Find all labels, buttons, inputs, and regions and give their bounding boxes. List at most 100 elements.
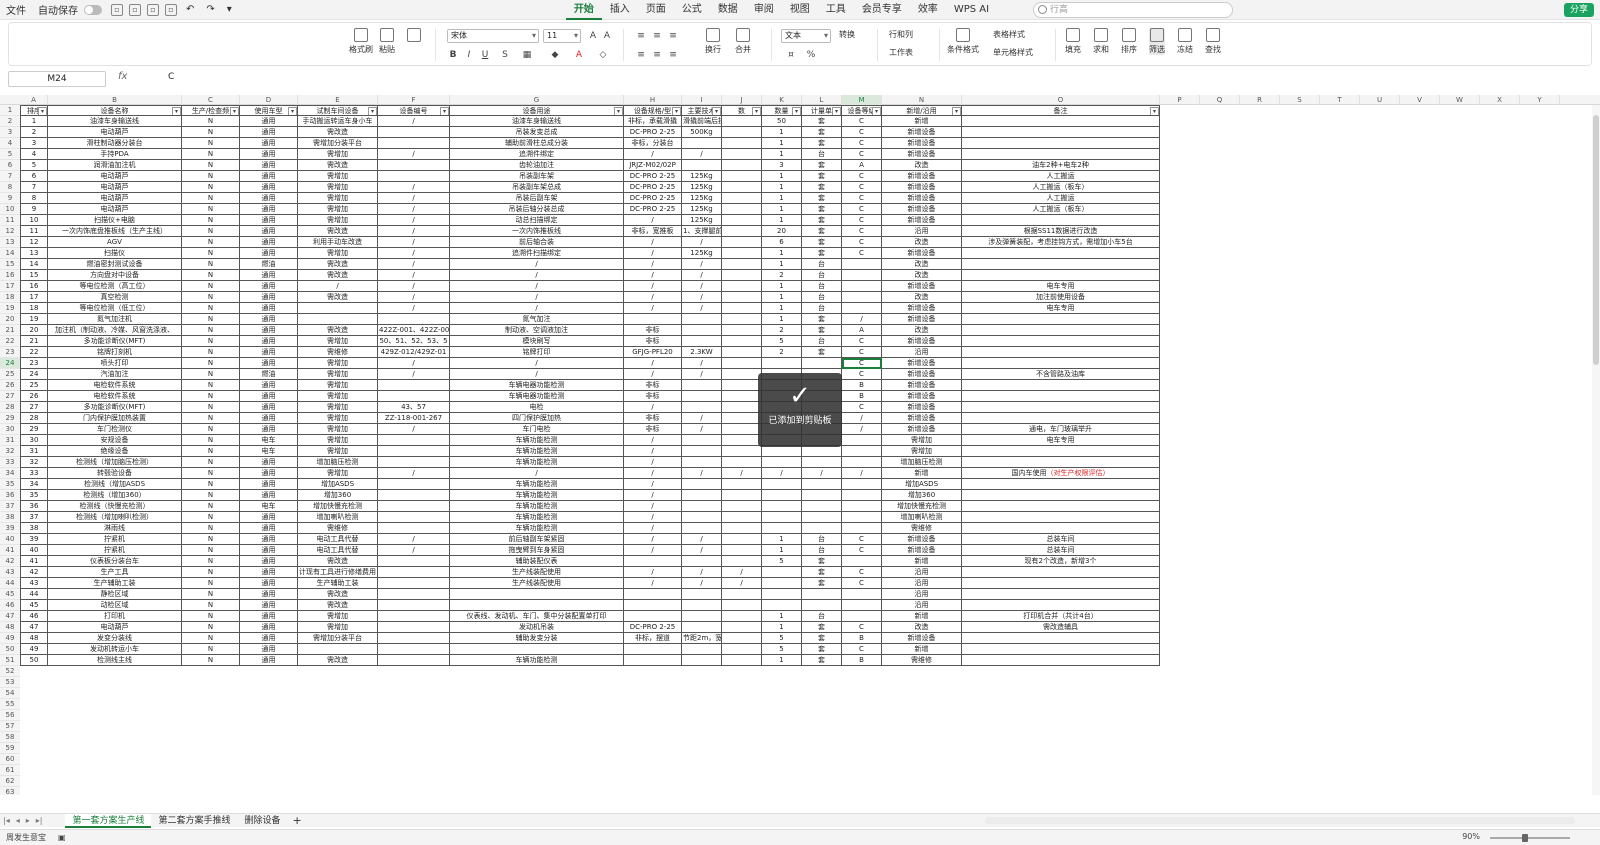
- table-cell[interactable]: 打印机: [48, 611, 182, 622]
- table-cell[interactable]: 通用: [240, 655, 298, 666]
- table-cell[interactable]: N: [182, 237, 240, 248]
- table-cell[interactable]: 套: [802, 138, 842, 149]
- table-cell[interactable]: A: [842, 160, 882, 171]
- table-cell[interactable]: N: [182, 578, 240, 589]
- table-cell[interactable]: 新增设备: [882, 303, 962, 314]
- table-cell[interactable]: [682, 512, 722, 523]
- table-cell[interactable]: [722, 545, 762, 556]
- table-cell[interactable]: 扫描仪+电脑: [48, 215, 182, 226]
- table-cell[interactable]: N: [182, 325, 240, 336]
- zoom-level[interactable]: 90%: [1462, 832, 1480, 841]
- table-cell[interactable]: 人工搬运: [962, 193, 1160, 204]
- table-cell[interactable]: C: [842, 578, 882, 589]
- table-cell[interactable]: 通用: [240, 358, 298, 369]
- table-cell[interactable]: C: [842, 226, 882, 237]
- table-cell[interactable]: [802, 600, 842, 611]
- table-cell[interactable]: 仪表板分装台车: [48, 556, 182, 567]
- filter-button[interactable]: 筛选: [1149, 28, 1165, 55]
- merge-button[interactable]: 合并: [735, 28, 751, 55]
- table-cell[interactable]: 通用: [240, 281, 298, 292]
- row-header-55[interactable]: 55: [0, 699, 20, 710]
- table-cell[interactable]: 需增加: [298, 248, 378, 259]
- table-cell[interactable]: 1: [762, 655, 802, 666]
- row-header-26[interactable]: 26: [0, 380, 20, 391]
- table-cell[interactable]: /: [624, 490, 682, 501]
- table-cell[interactable]: /: [624, 578, 682, 589]
- table-cell[interactable]: 通用: [240, 424, 298, 435]
- fill-color-icon[interactable]: ◆: [549, 49, 561, 61]
- table-cell[interactable]: 涉及弹簧装配，考虑挂钩方式，需增加小车5台: [962, 237, 1160, 248]
- table-cell[interactable]: 检测线（增加ASDS: [48, 479, 182, 490]
- table-cell[interactable]: [762, 479, 802, 490]
- cell-style-button[interactable]: 单元格样式: [993, 47, 1033, 58]
- table-cell[interactable]: [962, 314, 1160, 325]
- header-cell[interactable]: 数量: [762, 105, 802, 116]
- table-cell[interactable]: /: [624, 402, 682, 413]
- table-cell[interactable]: 需增加: [298, 380, 378, 391]
- table-cell[interactable]: [682, 479, 722, 490]
- paste-button[interactable]: 粘贴: [379, 28, 395, 55]
- print-icon[interactable]: ▫: [147, 3, 159, 16]
- table-cell[interactable]: [624, 314, 682, 325]
- header-cell[interactable]: 设备名称: [48, 105, 182, 116]
- sheet-tab-2[interactable]: 删除设备: [238, 814, 288, 828]
- table-cell[interactable]: N: [182, 622, 240, 633]
- column-header-V[interactable]: V: [1400, 95, 1440, 105]
- table-cell[interactable]: [722, 281, 762, 292]
- table-cell[interactable]: N: [182, 545, 240, 556]
- table-cell[interactable]: 前后轴合装: [450, 237, 624, 248]
- table-cell[interactable]: C: [842, 358, 882, 369]
- table-cell[interactable]: 等电位检测（低工位）: [48, 303, 182, 314]
- table-cell[interactable]: /: [378, 545, 450, 556]
- table-cell[interactable]: 28: [20, 413, 48, 424]
- table-cell[interactable]: 动检区域: [48, 600, 182, 611]
- table-cell[interactable]: N: [182, 171, 240, 182]
- table-cell[interactable]: 新增: [882, 611, 962, 622]
- table-cell[interactable]: N: [182, 193, 240, 204]
- column-header-T[interactable]: T: [1320, 95, 1360, 105]
- add-sheet-button[interactable]: +: [288, 814, 307, 827]
- table-cell[interactable]: 16: [20, 281, 48, 292]
- row-header-13[interactable]: 13: [0, 237, 20, 248]
- table-cell[interactable]: [378, 611, 450, 622]
- table-cell[interactable]: 辅助发变分装: [450, 633, 624, 644]
- table-cell[interactable]: /: [378, 204, 450, 215]
- table-cell[interactable]: 通用: [240, 138, 298, 149]
- table-cell[interactable]: 13: [20, 248, 48, 259]
- table-cell[interactable]: 1: [762, 622, 802, 633]
- table-cell[interactable]: 需增加: [298, 369, 378, 380]
- table-cell[interactable]: /: [624, 523, 682, 534]
- table-cell[interactable]: N: [182, 534, 240, 545]
- table-cell[interactable]: /: [450, 468, 624, 479]
- table-cell[interactable]: N: [182, 182, 240, 193]
- table-cell[interactable]: 39: [20, 534, 48, 545]
- row-col-button[interactable]: 行和列: [889, 29, 913, 40]
- table-cell[interactable]: 50: [762, 116, 802, 127]
- table-cell[interactable]: 滑柱制动器分装台: [48, 138, 182, 149]
- prev-sheet-icon[interactable]: ◂: [13, 816, 23, 825]
- table-cell[interactable]: 增加脑压检测: [298, 457, 378, 468]
- table-cell[interactable]: C: [842, 171, 882, 182]
- table-cell[interactable]: 套: [802, 193, 842, 204]
- table-cell[interactable]: 人工搬运: [962, 171, 1160, 182]
- percent-icon[interactable]: %: [805, 49, 817, 61]
- table-cell[interactable]: C: [842, 138, 882, 149]
- table-cell[interactable]: /: [378, 358, 450, 369]
- table-cell[interactable]: 新增设备: [882, 402, 962, 413]
- table-cell[interactable]: [722, 424, 762, 435]
- table-cell[interactable]: 利用手动车改造: [298, 237, 378, 248]
- table-cell[interactable]: 套: [802, 567, 842, 578]
- row-header-63[interactable]: 63: [0, 787, 20, 795]
- row-header-15[interactable]: 15: [0, 259, 20, 270]
- redo-icon[interactable]: ↷: [200, 4, 220, 15]
- table-cell[interactable]: 需增加: [298, 171, 378, 182]
- table-cell[interactable]: /: [722, 578, 762, 589]
- scroll-thumb[interactable]: [1593, 115, 1599, 365]
- table-cell[interactable]: [962, 578, 1160, 589]
- table-cell[interactable]: 吊装发变总成: [450, 127, 624, 138]
- table-cell[interactable]: 车辆功能检测: [450, 523, 624, 534]
- font-shrink-button[interactable]: A: [601, 30, 613, 42]
- table-cell[interactable]: 改造: [882, 622, 962, 633]
- table-cell[interactable]: 套: [802, 237, 842, 248]
- table-cell[interactable]: 需增加: [298, 182, 378, 193]
